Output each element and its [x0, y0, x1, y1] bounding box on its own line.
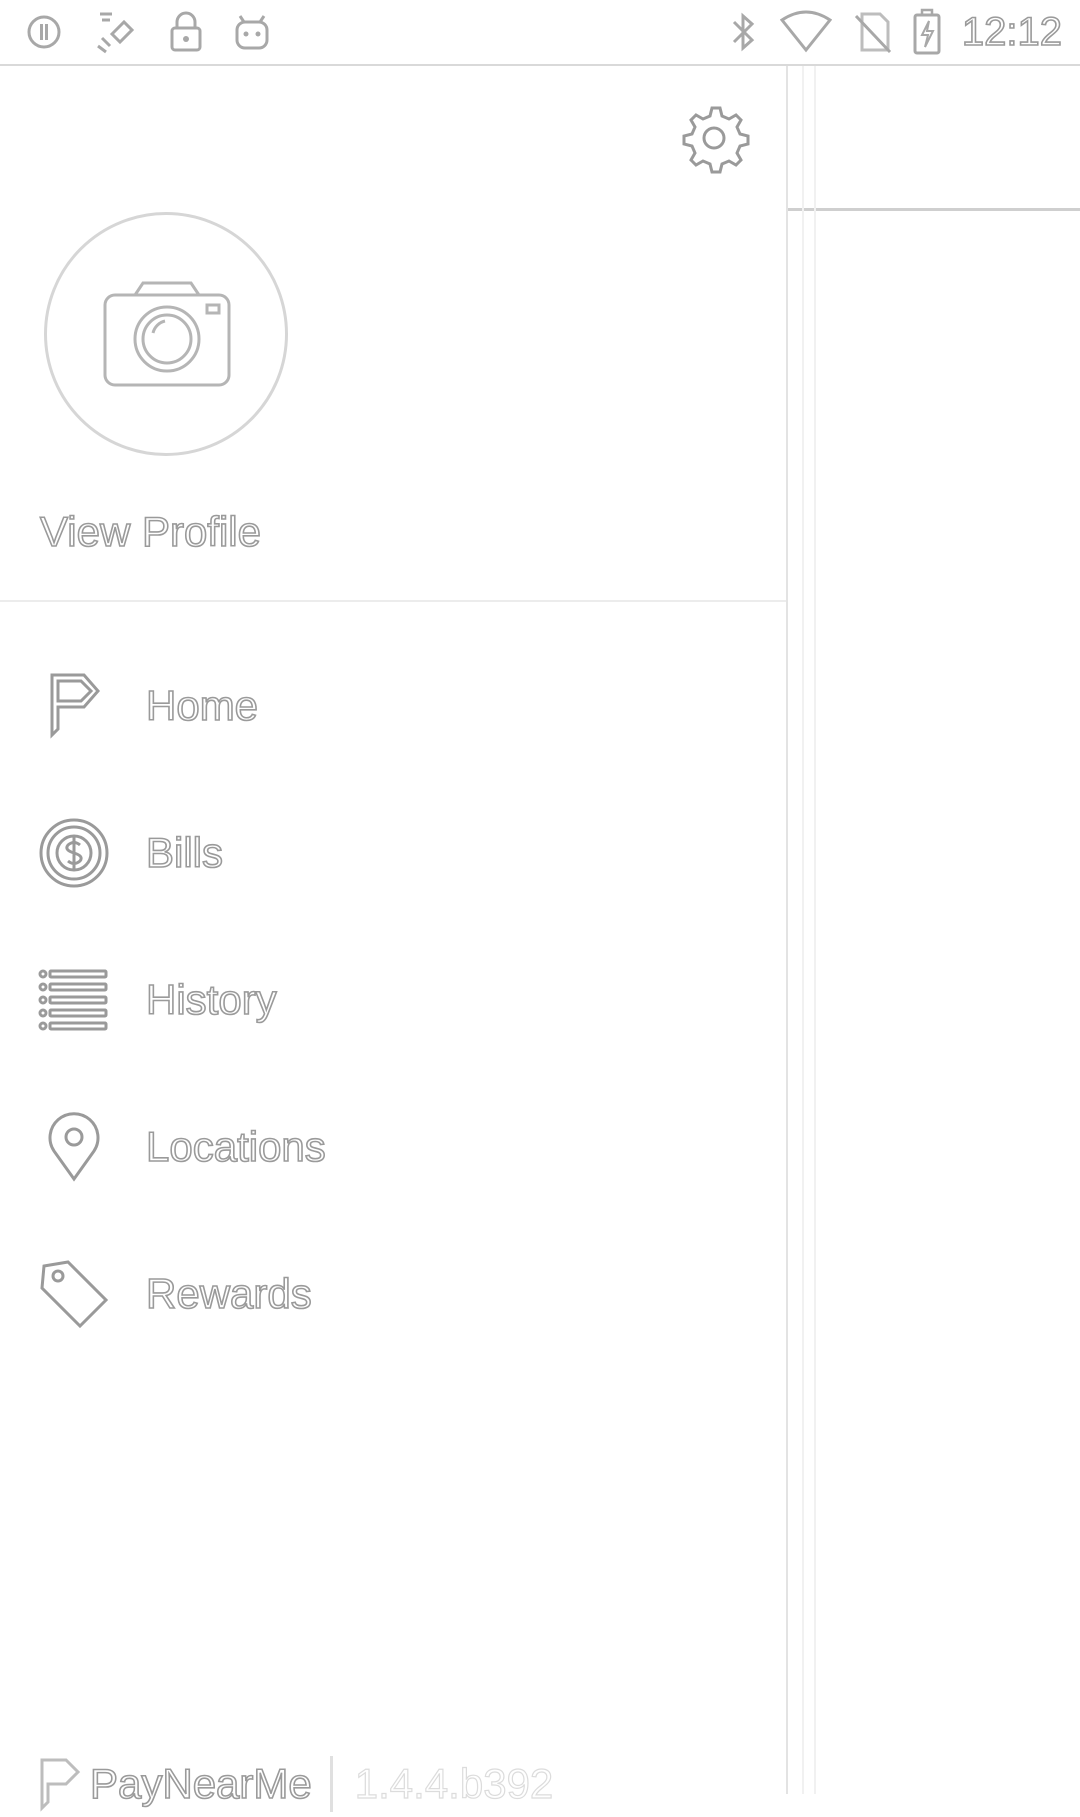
- menu-item-history[interactable]: History: [0, 926, 786, 1073]
- status-bar: 12:12: [0, 0, 1080, 66]
- brand-name: PayNearMe: [89, 1759, 312, 1808]
- menu-item-label: Rewards: [145, 1269, 312, 1318]
- drawer-menu: Home Bills History Locations Rewards: [0, 632, 786, 1367]
- map-pin-icon: [38, 1111, 110, 1183]
- drawer-divider: [0, 600, 786, 602]
- menu-item-rewards[interactable]: Rewards: [0, 1220, 786, 1367]
- gear-icon: [678, 106, 750, 178]
- android-icon: [232, 10, 272, 54]
- menu-item-bills[interactable]: Bills: [0, 779, 786, 926]
- main-content-behind-drawer: [788, 66, 1080, 1794]
- menu-item-home[interactable]: Home: [0, 632, 786, 779]
- menu-item-label: History: [145, 975, 277, 1024]
- content-edge-line: [814, 66, 816, 1794]
- paynearme-logo-icon: [38, 1756, 82, 1812]
- wifi-icon: [779, 10, 832, 54]
- bluetooth-icon: [728, 10, 760, 54]
- app-version: 1.4.4.b392: [354, 1759, 554, 1807]
- profile-avatar[interactable]: [44, 212, 288, 456]
- menu-item-label: Locations: [145, 1122, 326, 1171]
- satellite-icon: [92, 8, 140, 56]
- no-sim-icon: [852, 10, 892, 54]
- status-bar-system: 12:12: [728, 8, 1063, 56]
- drawer-footer: PayNearMe 1.4.4.b392: [38, 1752, 554, 1816]
- view-profile-link[interactable]: View Profile: [39, 506, 262, 558]
- menu-item-locations[interactable]: Locations: [0, 1073, 786, 1220]
- content-edge-line: [802, 66, 804, 1794]
- lock-icon: [168, 10, 204, 54]
- tag-icon: [38, 1258, 110, 1330]
- list-icon: [38, 964, 110, 1036]
- dollar-coin-icon: [38, 817, 110, 889]
- main-toolbar: [788, 66, 1080, 211]
- paynearme-flag-icon: [38, 670, 110, 742]
- clock: 12:12: [961, 9, 1063, 55]
- sync-icon: [24, 12, 64, 52]
- footer-separator: [329, 1756, 333, 1812]
- navigation-drawer: View Profile Home Bills History Location…: [0, 66, 788, 1812]
- menu-item-label: Bills: [145, 828, 224, 877]
- battery-charging-icon: [912, 8, 942, 56]
- status-bar-notifications: [24, 8, 272, 56]
- menu-item-label: Home: [145, 681, 259, 730]
- settings-button[interactable]: [678, 102, 750, 174]
